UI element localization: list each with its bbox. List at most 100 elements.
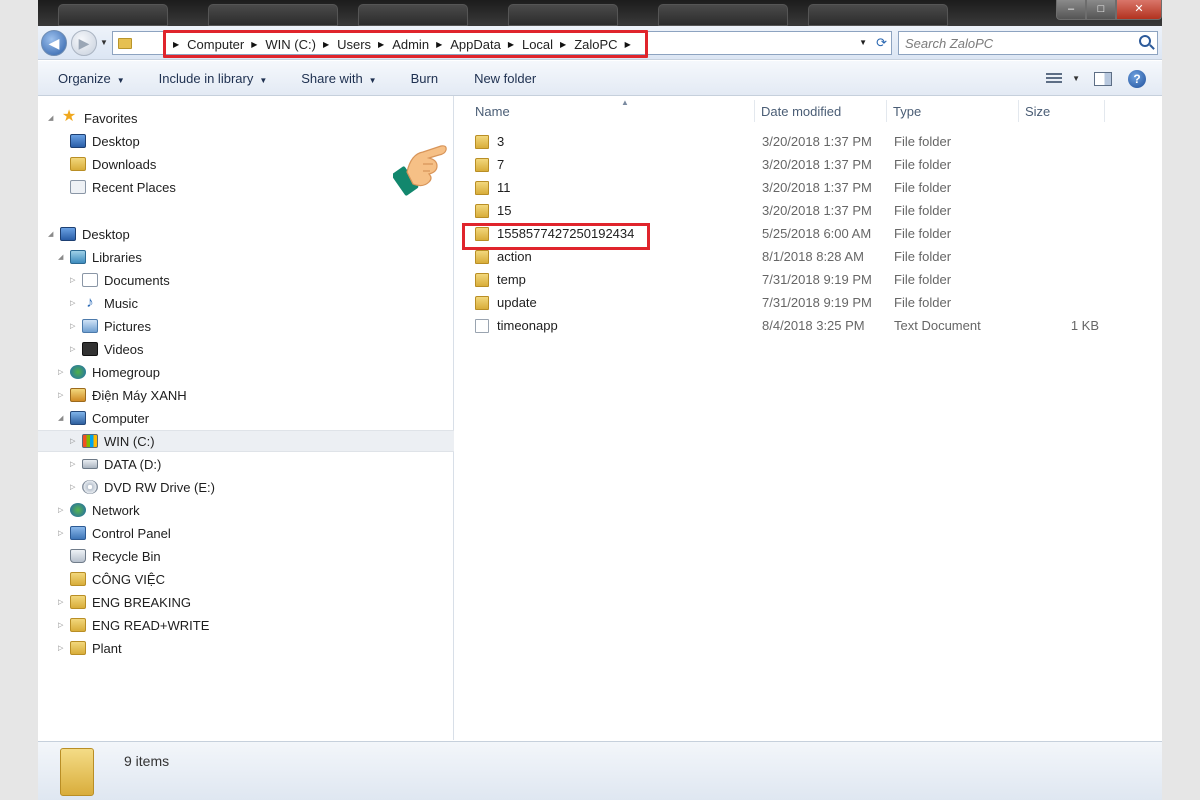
column-header-type[interactable]: Type [887,100,1019,122]
column-header-size[interactable]: Size [1019,100,1105,122]
tree-folder-plant[interactable]: ▷ Plant [58,638,122,658]
refresh-icon[interactable]: ⟳ [876,35,887,51]
tree-desktop[interactable]: ◢ Desktop [48,224,130,244]
collapse-arrow-icon[interactable]: ◢ [48,114,58,122]
column-header-date[interactable]: Date modified [755,100,887,122]
collapse-arrow-icon[interactable]: ◢ [58,414,68,422]
search-input[interactable]: Search ZaloPC [898,31,1158,55]
column-header-name[interactable]: Name ▲ [469,98,755,122]
table-row[interactable]: 11 3/20/2018 1:37 PM File folder [455,177,1162,199]
back-button[interactable]: ◀ [41,30,67,56]
tree-fav-recent-places[interactable]: Recent Places [70,177,176,197]
tree-recycle-bin[interactable]: Recycle Bin [58,546,161,566]
close-button[interactable]: ✕ [1116,0,1162,20]
expand-arrow-icon[interactable]: ▷ [58,368,68,376]
window-controls: ‒ □ ✕ [1056,0,1162,20]
breadcrumb-appdata[interactable]: AppData ▶ [450,37,522,52]
desktop-icon [60,227,76,241]
table-row[interactable]: temp 7/31/2018 9:19 PM File folder [455,269,1162,291]
breadcrumb-computer[interactable]: Computer ▶ [187,37,265,52]
videos-icon [82,342,98,356]
tree-favorites[interactable]: ◢ ★ Favorites [48,108,137,128]
tree-drive-c[interactable]: ▷ WIN (C:) [70,431,155,451]
expand-arrow-icon[interactable]: ▷ [70,322,80,330]
computer-icon [70,411,86,425]
expand-arrow-icon[interactable]: ▷ [70,299,80,307]
expand-arrow-icon[interactable]: ▷ [58,644,68,652]
help-icon[interactable]: ? [1128,69,1146,88]
tree-libraries[interactable]: ◢ Libraries [58,247,142,267]
desktop-icon [70,134,86,148]
tree-homegroup[interactable]: ▷ Homegroup [58,362,160,382]
taskbar-ghost-tab [808,4,948,26]
breadcrumb-root-arrow[interactable]: ▶ [166,40,187,49]
maximize-button[interactable]: □ [1086,0,1116,20]
expand-arrow-icon[interactable]: ▷ [70,483,80,491]
documents-icon [82,273,98,287]
recent-pages-dropdown-icon[interactable]: ▼ [100,38,108,47]
folder-icon [70,641,86,655]
search-placeholder: Search ZaloPC [905,35,994,51]
tree-drive-d[interactable]: ▷ DATA (D:) [70,454,161,474]
tree-music[interactable]: ▷ ♪ Music [70,293,138,313]
burn-button[interactable]: Burn [411,71,438,86]
breadcrumb-win-c[interactable]: WIN (C:) ▶ [265,37,337,52]
tree-drive-e[interactable]: ▷ DVD RW Drive (E:) [70,477,215,497]
tree-folder-cong-viec[interactable]: CÔNG VIỆC [58,569,165,589]
tree-folder-eng-breaking[interactable]: ▷ ENG BREAKING [58,592,191,612]
expand-arrow-icon[interactable]: ▷ [58,621,68,629]
expand-arrow-icon[interactable]: ▷ [58,506,68,514]
tree-computer[interactable]: ◢ Computer [58,408,149,428]
tree-pictures[interactable]: ▷ Pictures [70,316,151,336]
breadcrumb-zalopc[interactable]: ZaloPC ▶ [574,37,639,52]
collapse-arrow-icon[interactable]: ◢ [48,230,58,238]
folder-icon [475,249,489,264]
breadcrumb-local[interactable]: Local ▶ [522,37,574,52]
new-folder-button[interactable]: New folder [474,71,536,86]
taskbar-ghost-tab [208,4,338,26]
expand-arrow-icon[interactable]: ▷ [70,276,80,284]
tree-documents[interactable]: ▷ Documents [70,270,170,290]
expand-arrow-icon[interactable]: ▷ [70,345,80,353]
tree-control-panel[interactable]: ▷ Control Panel [58,523,171,543]
pictures-icon [82,319,98,333]
pointing-hand-icon [393,145,447,196]
tree-network[interactable]: ▷ Network [58,500,140,520]
address-bar[interactable]: ▶ Computer ▶ WIN (C:) ▶ Users ▶ Admin ▶ AppD… [112,30,892,58]
command-bar: Organize ▼ Include in library ▼ Share with… [38,61,1162,96]
preview-pane-icon[interactable] [1094,71,1112,86]
address-history-dropdown-icon[interactable]: ▼ [859,38,867,47]
view-controls: ▼ ? [1046,61,1162,96]
table-row[interactable]: 15 3/20/2018 1:37 PM File folder [455,200,1162,222]
tree-dien-may-xanh[interactable]: ▷ Điện Máy XANH [58,385,187,405]
forward-button[interactable]: ▶ [71,30,97,56]
expand-arrow-icon[interactable]: ▷ [58,529,68,537]
view-dropdown-icon[interactable]: ▼ [1072,74,1080,83]
table-row[interactable]: 7 3/20/2018 1:37 PM File folder [455,154,1162,176]
search-icon[interactable] [1139,35,1151,47]
change-view-icon[interactable] [1046,72,1063,85]
expand-arrow-icon[interactable]: ▷ [58,391,68,399]
expand-arrow-icon[interactable]: ▷ [70,437,80,445]
expand-arrow-icon[interactable]: ▷ [58,598,68,606]
table-row[interactable]: update 7/31/2018 9:19 PM File folder [455,292,1162,314]
table-row[interactable]: timeonapp 8/4/2018 3:25 PM Text Document… [455,315,1162,337]
tree-folder-eng-read-write[interactable]: ▷ ENG READ+WRITE [58,615,209,635]
table-row[interactable]: 3 3/20/2018 1:37 PM File folder [455,131,1162,153]
text-document-icon [475,318,489,333]
collapse-arrow-icon[interactable]: ◢ [58,253,68,261]
tree-videos[interactable]: ▷ Videos [70,339,144,359]
breadcrumb-admin[interactable]: Admin ▶ [392,37,450,52]
include-in-library-menu[interactable]: Include in library ▼ [159,71,268,86]
breadcrumb: ▶ Computer ▶ WIN (C:) ▶ Users ▶ Admin ▶ AppD… [163,30,648,58]
file-list: Name ▲ Date modified Type Size 3 3/20/201… [455,96,1162,740]
folder-icon [475,295,489,310]
expand-arrow-icon[interactable]: ▷ [70,460,80,468]
minimize-button[interactable]: ‒ [1056,0,1086,20]
tree-fav-desktop[interactable]: Desktop [70,131,140,151]
share-with-menu[interactable]: Share with ▼ [301,71,376,86]
folder-icon [70,618,86,632]
breadcrumb-users[interactable]: Users ▶ [337,37,392,52]
tree-fav-downloads[interactable]: Downloads [70,154,156,174]
organize-menu[interactable]: Organize ▼ [58,71,125,86]
